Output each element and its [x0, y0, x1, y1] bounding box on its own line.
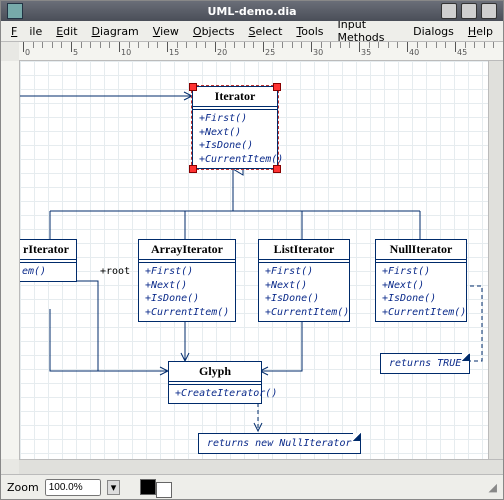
class-ops: +First() +Next() +IsDone() +CurrentItem(… — [376, 263, 466, 321]
class-ops: +First() +Next() +IsDone() +CurrentItem(… — [139, 263, 235, 321]
class-ops: +First() +Next() +IsDone() +CurrentItem(… — [259, 263, 349, 321]
zoom-label: Zoom — [7, 481, 39, 494]
window-title: UML-demo.dia — [1, 5, 503, 18]
menu-tools[interactable]: Tools — [290, 23, 329, 40]
titlebar: UML-demo.dia — [1, 1, 503, 21]
zoom-input[interactable] — [45, 479, 101, 496]
scrollbar-horizontal[interactable] — [19, 459, 503, 474]
menu-select[interactable]: Select — [242, 23, 288, 40]
statusbar: Zoom ▾ ◢ — [1, 474, 503, 499]
scrollbar-vertical[interactable] — [488, 61, 503, 459]
resize-grip-icon[interactable]: ◢ — [489, 481, 497, 494]
class-name: ArrayIterator — [139, 240, 235, 260]
class-riterator[interactable]: rIterator em() — [20, 239, 77, 282]
selection-handle[interactable] — [273, 83, 281, 91]
ruler-horizontal: 051015202530354045 — [19, 42, 503, 61]
fg-color-swatch[interactable] — [140, 479, 156, 495]
class-ops: +CreateIterator() — [169, 385, 261, 403]
note-returns-true[interactable]: returns TRUE — [380, 353, 470, 374]
ruler-vertical — [1, 61, 20, 459]
menu-dialogs[interactable]: Dialogs — [407, 23, 460, 40]
note-returns-nulliterator[interactable]: returns new NullIterator — [198, 433, 361, 454]
class-nulliterator[interactable]: NullIterator +First() +Next() +IsDone() … — [375, 239, 467, 322]
menu-help[interactable]: Help — [462, 23, 499, 40]
class-listiterator[interactable]: ListIterator +First() +Next() +IsDone() … — [258, 239, 350, 322]
app-window: UML-demo.dia File Edit Diagram View Obje… — [0, 0, 504, 500]
class-iterator[interactable]: Iterator +First() +Next() +IsDone() +Cur… — [192, 86, 278, 169]
menu-diagram[interactable]: Diagram — [86, 23, 145, 40]
class-name: Glyph — [169, 362, 261, 382]
menu-objects[interactable]: Objects — [187, 23, 241, 40]
class-name: ListIterator — [259, 240, 349, 260]
class-glyph[interactable]: Glyph +CreateIterator() — [168, 361, 262, 404]
selection-handle[interactable] — [189, 165, 197, 173]
menu-view[interactable]: View — [147, 23, 185, 40]
selection-handle[interactable] — [189, 83, 197, 91]
class-ops: +First() +Next() +IsDone() +CurrentItem(… — [193, 110, 277, 168]
class-ops: em() — [20, 263, 76, 281]
class-name: Iterator — [193, 87, 277, 107]
menubar: File Edit Diagram View Objects Select To… — [1, 21, 503, 42]
menu-file[interactable]: File — [5, 23, 48, 40]
role-label-root: +root — [100, 266, 130, 277]
bg-color-swatch[interactable] — [156, 482, 172, 498]
class-arrayiterator[interactable]: ArrayIterator +First() +Next() +IsDone()… — [138, 239, 236, 322]
menu-edit[interactable]: Edit — [50, 23, 83, 40]
class-name: NullIterator — [376, 240, 466, 260]
canvas-viewport[interactable]: Iterator +First() +Next() +IsDone() +Cur… — [20, 61, 488, 459]
diagram-canvas[interactable]: Iterator +First() +Next() +IsDone() +Cur… — [20, 61, 488, 459]
class-name: rIterator — [20, 240, 76, 260]
zoom-dropdown-icon[interactable]: ▾ — [107, 480, 121, 495]
selection-handle[interactable] — [273, 165, 281, 173]
